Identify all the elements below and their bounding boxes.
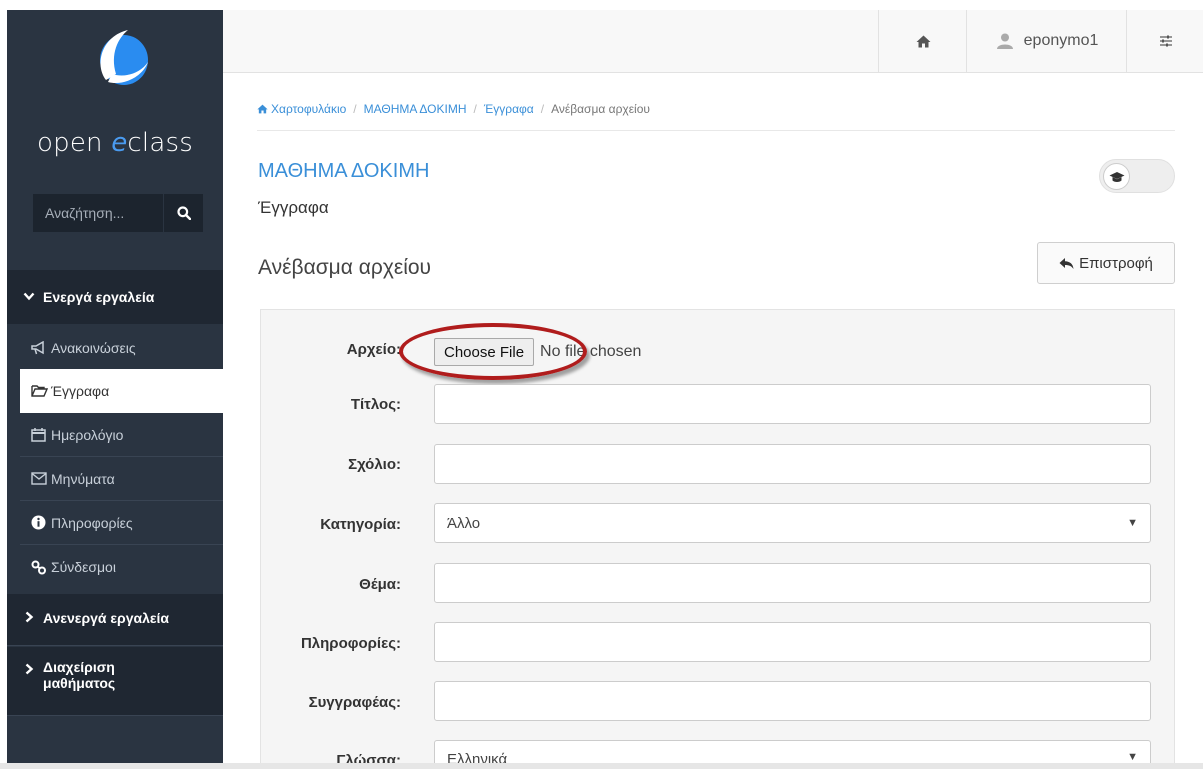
- info-field[interactable]: [434, 622, 1151, 662]
- breadcrumb-documents[interactable]: Έγγραφα: [484, 102, 534, 116]
- nav-group-label: Διαχείριση μαθήματος: [43, 659, 116, 691]
- comment-label: Σχόλιο:: [348, 456, 401, 473]
- caret-down-icon: ▼: [1127, 751, 1138, 763]
- page-heading: Ανέβασμα αρχείου: [258, 256, 432, 279]
- sidebar-item-documents[interactable]: Έγγραφα: [20, 369, 223, 413]
- eclass-logo-icon[interactable]: [88, 24, 154, 90]
- sidebar-item-label: Μηνύματα: [51, 470, 115, 487]
- nav-group-course-admin[interactable]: Διαχείριση μαθήματος: [7, 647, 223, 716]
- sidebar-search: [33, 194, 203, 232]
- chevron-right-icon: [23, 611, 35, 623]
- info-label: Πληροφορίες:: [300, 635, 401, 652]
- sidebar-item-messages[interactable]: Μηνύματα: [20, 457, 223, 501]
- sidebar-item-calendar[interactable]: Ημερολόγιο: [20, 413, 223, 457]
- calendar-icon: [31, 427, 49, 443]
- author-field[interactable]: [434, 681, 1151, 721]
- nav-group-label: Ενεργά εργαλεία: [43, 289, 155, 305]
- category-value: Άλλο: [447, 514, 481, 532]
- user-menu[interactable]: eponymo1: [966, 10, 1127, 72]
- category-select[interactable]: Άλλο ▼: [434, 503, 1151, 543]
- info-circle-icon: [31, 515, 49, 531]
- search-input[interactable]: [33, 194, 163, 232]
- nav-group-label: Ανενεργά εργαλεία: [43, 610, 170, 626]
- sidebar: open eclass Ενεργά εργαλεία Ανακοινώσεις…: [7, 10, 223, 769]
- nav-group-active-tools[interactable]: Ενεργά εργαλεία: [7, 270, 223, 324]
- breadcrumb: Χαρτοφυλάκιο / ΜΑΘΗΜΑ ΔΟΚΙΜΗ / Έγγραφα / Ανέβα…: [257, 102, 650, 116]
- sidebar-item-announcements[interactable]: Ανακοινώσεις: [20, 326, 223, 370]
- section-name: Έγγραφα: [258, 198, 329, 217]
- breadcrumb-current: Ανέβασμα αρχείου: [551, 102, 650, 116]
- title-label: Τίτλος:: [350, 396, 401, 413]
- chevron-down-icon: [23, 290, 35, 302]
- breadcrumb-portfolio[interactable]: Χαρτοφυλάκιο: [257, 102, 346, 116]
- sidebar-item-label: Σύνδεσμοι: [51, 559, 116, 575]
- breadcrumb-course[interactable]: ΜΑΘΗΜΑ ΔΟΚΙΜΗ: [364, 102, 467, 116]
- chevron-right-icon: [23, 663, 35, 675]
- back-button[interactable]: Επιστροφή: [1037, 242, 1175, 284]
- sidebar-item-links[interactable]: Σύνδεσμοι: [20, 545, 223, 589]
- back-button-label: Επιστροφή: [1079, 254, 1153, 272]
- username: eponymo1: [1023, 32, 1099, 49]
- reply-icon: [1059, 257, 1074, 270]
- window-bottom-edge: [0, 763, 1203, 769]
- sliders-icon: [1159, 35, 1172, 47]
- home-icon: [257, 104, 268, 114]
- nav-group-inactive-tools[interactable]: Ανενεργά εργαλεία: [7, 594, 223, 646]
- top-navbar: eponymo1: [223, 10, 1203, 73]
- comment-field[interactable]: [434, 444, 1151, 484]
- sidebar-item-label: Πληροφορίες: [51, 514, 133, 531]
- user-icon: [996, 33, 1013, 49]
- folder-open-icon: [31, 383, 49, 399]
- logo-text: open eclass: [37, 128, 193, 158]
- link-icon: [31, 559, 49, 575]
- subject-label: Θέμα:: [359, 576, 401, 593]
- highlight-circle: [399, 323, 587, 380]
- sidebar-item-label: Έγγραφα: [51, 383, 110, 399]
- category-label: Κατηγορία:: [320, 516, 401, 533]
- student-view-toggle[interactable]: [1099, 159, 1175, 193]
- breadcrumb-divider: [257, 130, 1175, 131]
- sidebar-item-info[interactable]: Πληροφορίες: [20, 501, 223, 545]
- file-label: Αρχείο:: [346, 341, 401, 358]
- sidebar-item-label: Ανακοινώσεις: [51, 339, 136, 356]
- subject-field[interactable]: [434, 563, 1151, 603]
- bullhorn-icon: [31, 340, 49, 356]
- caret-down-icon: ▼: [1127, 517, 1138, 529]
- graduation-cap-icon: [1103, 163, 1130, 190]
- settings-button[interactable]: [1126, 10, 1203, 72]
- title-field[interactable]: [434, 384, 1151, 424]
- home-icon: [916, 35, 930, 47]
- search-button[interactable]: [163, 194, 203, 232]
- sidebar-item-label: Ημερολόγιο: [51, 426, 124, 443]
- home-button[interactable]: [878, 10, 967, 72]
- author-label: Συγγραφέας:: [308, 694, 401, 711]
- envelope-icon: [31, 471, 49, 487]
- course-title[interactable]: ΜΑΘΗΜΑ ΔΟΚΙΜΗ: [258, 160, 429, 183]
- search-icon: [176, 206, 191, 220]
